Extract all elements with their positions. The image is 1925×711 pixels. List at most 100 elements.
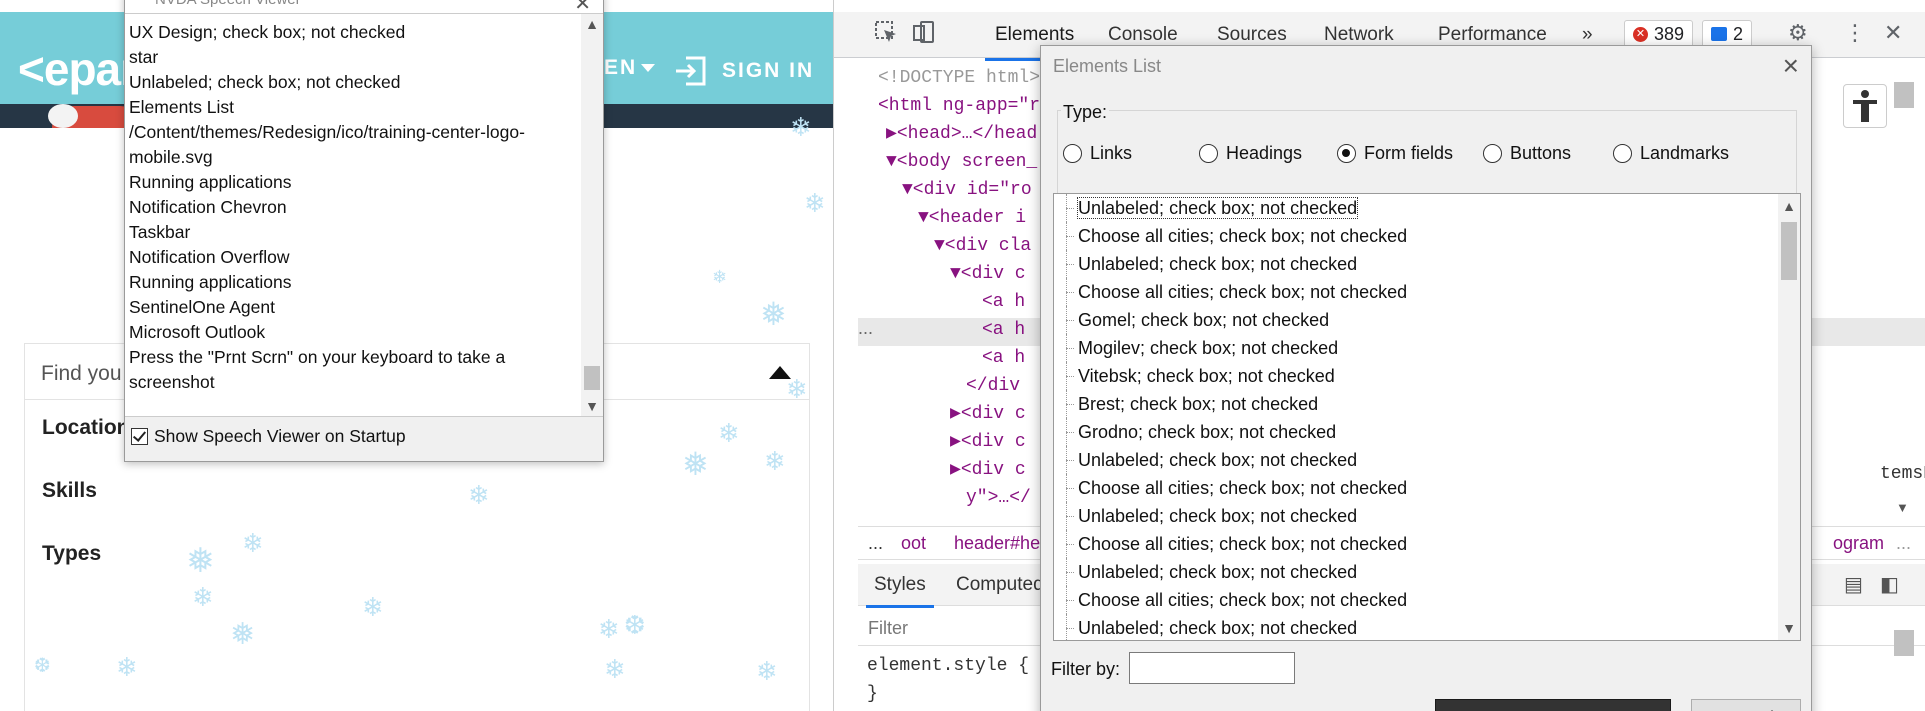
filter-location[interactable]: Location bbox=[42, 416, 130, 440]
dom-node-line[interactable]: ▼<body screen_ bbox=[886, 148, 1037, 176]
radio-label: Form fields bbox=[1364, 143, 1454, 163]
radio-button-icon[interactable] bbox=[1063, 144, 1082, 163]
radio-button-icon[interactable] bbox=[1199, 144, 1218, 163]
snowflake-icon: ❄ bbox=[718, 418, 740, 448]
dom-node-line[interactable]: <a h bbox=[982, 316, 1025, 344]
dom-node-line[interactable]: <!DOCTYPE html> bbox=[878, 64, 1040, 92]
list-item[interactable]: Grodno; check box; not checked bbox=[1054, 418, 1774, 446]
dom-node-line[interactable]: <a h bbox=[982, 344, 1025, 372]
list-item[interactable]: Choose all cities; check box; not checke… bbox=[1054, 474, 1774, 502]
checkbox-icon[interactable] bbox=[131, 428, 148, 445]
list-item[interactable]: Choose all cities; check box; not checke… bbox=[1054, 530, 1774, 558]
radio-button-icon[interactable] bbox=[1337, 144, 1356, 163]
language-label: EN bbox=[604, 56, 638, 79]
radio-form-fields[interactable]: Form fields bbox=[1337, 143, 1453, 164]
scroll-up-arrow-icon[interactable]: ▲ bbox=[1778, 198, 1800, 214]
speech-line: Elements List bbox=[129, 97, 235, 117]
filter-skills[interactable]: Skills bbox=[42, 479, 97, 503]
tab-elements[interactable]: Elements bbox=[984, 24, 1085, 61]
styles-scroll-thumb[interactable] bbox=[1894, 630, 1914, 656]
radio-links[interactable]: Links bbox=[1063, 143, 1132, 164]
list-item[interactable]: Unlabeled; check box; not checked bbox=[1054, 446, 1774, 474]
inspect-element-icon[interactable] bbox=[874, 20, 898, 50]
list-item[interactable]: Vitebsk; check box; not checked bbox=[1054, 362, 1774, 390]
radio-buttons[interactable]: Buttons bbox=[1483, 143, 1571, 164]
dom-node-line[interactable]: ▼<div cla bbox=[934, 232, 1031, 260]
breadcrumb-item[interactable]: ogram bbox=[1833, 527, 1884, 559]
dom-node-line[interactable]: ▶<head>…</head bbox=[886, 120, 1037, 148]
scroll-down-arrow-icon[interactable]: ▼ bbox=[581, 398, 603, 414]
device-toolbar-icon[interactable] bbox=[912, 20, 936, 50]
breadcrumb-more[interactable]: ... bbox=[1896, 527, 1911, 559]
dom-node-line[interactable]: ▶<div c bbox=[950, 400, 1026, 428]
message-count-badge[interactable]: 2 bbox=[1702, 20, 1753, 48]
list-item[interactable]: Choose all cities; check box; not checke… bbox=[1054, 222, 1774, 250]
radio-headings[interactable]: Headings bbox=[1199, 143, 1302, 164]
radio-button-icon[interactable] bbox=[1483, 144, 1502, 163]
speech-viewer-textbox[interactable]: UX Design; check box; not checked star Unl… bbox=[125, 13, 603, 417]
filter-by-input[interactable] bbox=[1129, 652, 1295, 684]
language-selector[interactable]: EN bbox=[604, 56, 656, 80]
show-on-startup-checkbox[interactable]: Show Speech Viewer on Startup bbox=[131, 426, 406, 447]
list-item[interactable]: Choose all cities; check box; not checke… bbox=[1054, 278, 1774, 306]
dom-node-line[interactable]: <html ng-app="r bbox=[878, 92, 1040, 120]
dom-node-line[interactable]: ▼<div id="ro bbox=[902, 176, 1032, 204]
scroll-thumb[interactable] bbox=[584, 366, 600, 390]
elements-list-scrollbar[interactable]: ▲ ▼ bbox=[1778, 194, 1800, 640]
elements-list-dialog: Elements List × Type: Links Headings Form … bbox=[1040, 45, 1812, 711]
tab-styles[interactable]: Styles bbox=[866, 574, 934, 608]
dom-row-ellipsis[interactable]: ... bbox=[858, 318, 888, 339]
dom-scroll-thumb[interactable] bbox=[1894, 82, 1914, 108]
radio-button-icon[interactable] bbox=[1613, 144, 1632, 163]
dom-node-line[interactable]: ▶<div c bbox=[950, 428, 1026, 456]
element-style-open: element.style { bbox=[867, 656, 1030, 676]
scroll-down-arrow-icon[interactable]: ▼ bbox=[1778, 620, 1800, 636]
speech-line: Press the "Prnt Scrn" on your keyboard t… bbox=[129, 347, 511, 392]
radio-landmarks[interactable]: Landmarks bbox=[1613, 143, 1729, 164]
dom-node-line[interactable]: ▶<div c bbox=[950, 456, 1026, 484]
paint-icon[interactable]: ▤ bbox=[1844, 572, 1863, 597]
more-tabs-icon[interactable]: » bbox=[1582, 24, 1593, 46]
gear-icon[interactable]: ⚙ bbox=[1788, 20, 1808, 46]
tab-network[interactable]: Network bbox=[1324, 24, 1394, 46]
list-item[interactable]: Brest; check box; not checked bbox=[1054, 390, 1774, 418]
tab-computed[interactable]: Computed bbox=[956, 574, 1044, 596]
scroll-thumb[interactable] bbox=[1781, 222, 1797, 280]
more-options-icon[interactable]: ⋮ bbox=[1844, 20, 1866, 46]
list-item-label: Unlabeled; check box; not checked bbox=[1078, 618, 1358, 638]
list-item[interactable]: Choose all cities; check box; not checke… bbox=[1054, 586, 1774, 614]
list-item[interactable]: Unlabeled; check box; not checked bbox=[1054, 502, 1774, 530]
error-icon: ✕ bbox=[1633, 26, 1648, 42]
scroll-up-arrow-icon[interactable]: ▲ bbox=[581, 16, 603, 32]
error-count-badge[interactable]: ✕ 389 bbox=[1624, 20, 1694, 48]
tab-sources[interactable]: Sources bbox=[1217, 24, 1287, 46]
filter-types[interactable]: Types bbox=[42, 542, 101, 566]
dom-node-line[interactable]: </div bbox=[966, 372, 1020, 400]
cancel-button[interactable]: Cancel bbox=[1691, 699, 1801, 711]
breadcrumb-item[interactable]: oot bbox=[901, 527, 926, 559]
tab-performance[interactable]: Performance bbox=[1438, 24, 1547, 46]
list-item[interactable]: Unlabeled; check box; not checked bbox=[1054, 194, 1774, 222]
accessibility-icon[interactable] bbox=[1843, 84, 1887, 128]
sign-in-button[interactable]: SIGN IN bbox=[674, 56, 814, 86]
list-item[interactable]: Unlabeled; check box; not checked bbox=[1054, 558, 1774, 586]
toggle-sidebar-icon[interactable]: ◧ bbox=[1880, 572, 1899, 597]
scroll-down-arrow-icon[interactable]: ▼ bbox=[1896, 500, 1909, 515]
dom-node-line[interactable]: y">…</ bbox=[966, 484, 1031, 512]
close-icon[interactable]: × bbox=[1783, 50, 1799, 82]
close-icon[interactable]: ✕ bbox=[1884, 20, 1902, 46]
list-item[interactable]: Unlabeled; check box; not checked bbox=[1054, 250, 1774, 278]
dom-node-line[interactable]: ▼<div c bbox=[950, 260, 1026, 288]
dom-node-line[interactable]: ▼<header i bbox=[918, 204, 1026, 232]
activate-button[interactable] bbox=[1435, 699, 1671, 711]
dom-node-line[interactable]: <a h bbox=[982, 288, 1025, 316]
list-item[interactable]: Gomel; check box; not checked bbox=[1054, 306, 1774, 334]
breadcrumb-ellipsis[interactable]: ... bbox=[868, 527, 883, 559]
speech-viewer-scrollbar[interactable]: ▲ ▼ bbox=[581, 14, 603, 416]
elements-listbox[interactable]: Unlabeled; check box; not checked Choose … bbox=[1053, 193, 1801, 641]
tab-console[interactable]: Console bbox=[1108, 24, 1178, 46]
list-item-label: Unlabeled; check box; not checked bbox=[1078, 562, 1358, 582]
breadcrumb-item[interactable]: header#he bbox=[954, 527, 1040, 559]
list-item[interactable]: Mogilev; check box; not checked bbox=[1054, 334, 1774, 362]
list-item[interactable]: Unlabeled; check box; not checked bbox=[1054, 614, 1774, 640]
